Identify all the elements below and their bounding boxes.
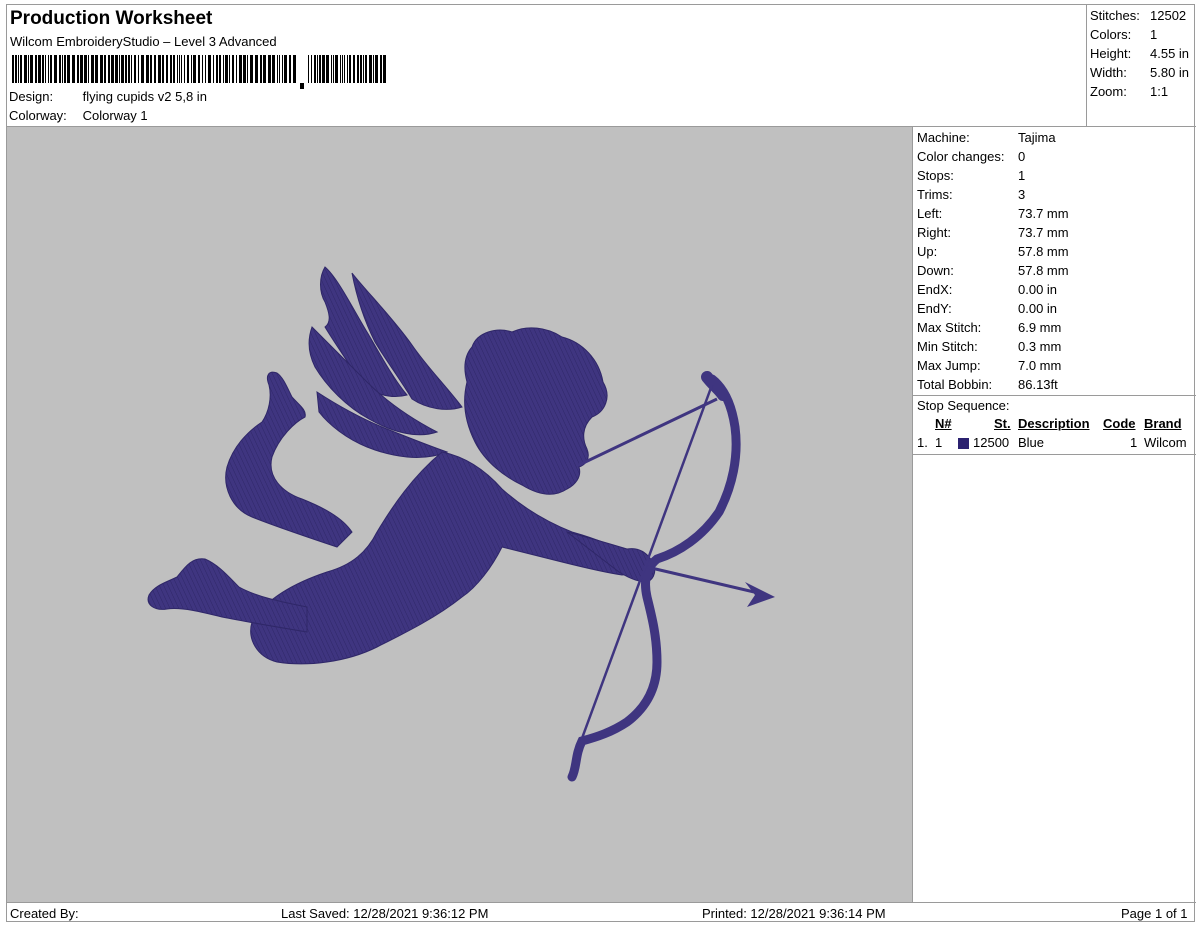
design-label: Design: xyxy=(9,89,54,104)
worksheet-footer: Created By: Last Saved: 12/28/2021 9:36:… xyxy=(7,902,1196,923)
row-code: 1 xyxy=(1130,435,1138,450)
cupid-embroidery-image xyxy=(147,266,775,782)
design-row: Design: flying cupids v2 5,8 in xyxy=(9,89,207,104)
design-value: flying cupids v2 5,8 in xyxy=(82,89,207,104)
info-endx: EndX: 0.00 in xyxy=(917,282,1058,297)
stats-panel: Stitches: 12502 Colors: 1 Height: 4.55 in W… xyxy=(1086,5,1196,126)
created-by: Created By: xyxy=(10,906,79,921)
stat-zoom: Zoom: 1:1 xyxy=(1090,84,1169,99)
colorway-value: Colorway 1 xyxy=(82,108,148,123)
stat-stitches: Stitches: 12502 xyxy=(1090,8,1187,23)
worksheet: Production Worksheet Wilcom EmbroiderySt… xyxy=(6,4,1196,923)
col-brand: Brand xyxy=(1144,416,1182,431)
stat-colors: Colors: 1 xyxy=(1090,27,1158,42)
row-index: 1. xyxy=(917,435,928,450)
stop-sequence-label: Stop Sequence: xyxy=(917,398,1010,413)
info-max-jump: Max Jump: 7.0 mm xyxy=(917,358,1062,373)
color-swatch xyxy=(958,438,969,449)
col-description: Description xyxy=(1018,416,1090,431)
design-preview xyxy=(7,127,913,902)
info-down: Down: 57.8 mm xyxy=(917,263,1069,278)
info-trims: Trims: 3 xyxy=(917,187,1026,202)
col-code: Code xyxy=(1103,416,1136,431)
info-right: Right: 73.7 mm xyxy=(917,225,1069,240)
row-n: 1 xyxy=(935,435,943,450)
software-subtitle: Wilcom EmbroideryStudio – Level 3 Advanc… xyxy=(10,34,277,49)
info-min-stitch: Min Stitch: 0.3 mm xyxy=(917,339,1062,354)
barcode xyxy=(12,55,386,89)
info-machine: Machine: Tajima xyxy=(917,130,1056,145)
machine-info-panel: Machine: Tajima Color changes: 0 Stops: 1 T… xyxy=(913,127,1196,902)
colorway-row: Colorway: Colorway 1 xyxy=(9,108,148,123)
row-brand: Wilcom xyxy=(1144,435,1187,450)
stat-height: Height: 4.55 in xyxy=(1090,46,1190,61)
info-left: Left: 73.7 mm xyxy=(917,206,1069,221)
info-stops: Stops: 1 xyxy=(917,168,1026,183)
info-color-changes: Color changes: 0 xyxy=(917,149,1026,164)
info-up: Up: 57.8 mm xyxy=(917,244,1069,259)
info-total-bobbin: Total Bobbin: 86.13ft xyxy=(917,377,1058,392)
page-title: Production Worksheet xyxy=(10,8,213,29)
info-max-stitch: Max Stitch: 6.9 mm xyxy=(917,320,1062,335)
last-saved: Last Saved: 12/28/2021 9:36:12 PM xyxy=(281,906,489,921)
printed-date: Printed: 12/28/2021 9:36:14 PM xyxy=(702,906,886,921)
row-description: Blue xyxy=(1018,435,1045,450)
col-st: St. xyxy=(994,416,1011,431)
row-stitches: 12500 xyxy=(973,435,1010,450)
row-divider xyxy=(913,454,1196,455)
colorway-label: Colorway: xyxy=(9,108,67,123)
col-n: N# xyxy=(935,416,952,431)
page-number: Page 1 of 1 xyxy=(1121,906,1188,921)
stop-sequence-table: Stop Sequence: N# St. Description Code B… xyxy=(913,395,1196,455)
stat-width: Width: 5.80 in xyxy=(1090,65,1190,80)
info-endy: EndY: 0.00 in xyxy=(917,301,1058,316)
worksheet-header: Production Worksheet Wilcom EmbroiderySt… xyxy=(7,5,1196,127)
